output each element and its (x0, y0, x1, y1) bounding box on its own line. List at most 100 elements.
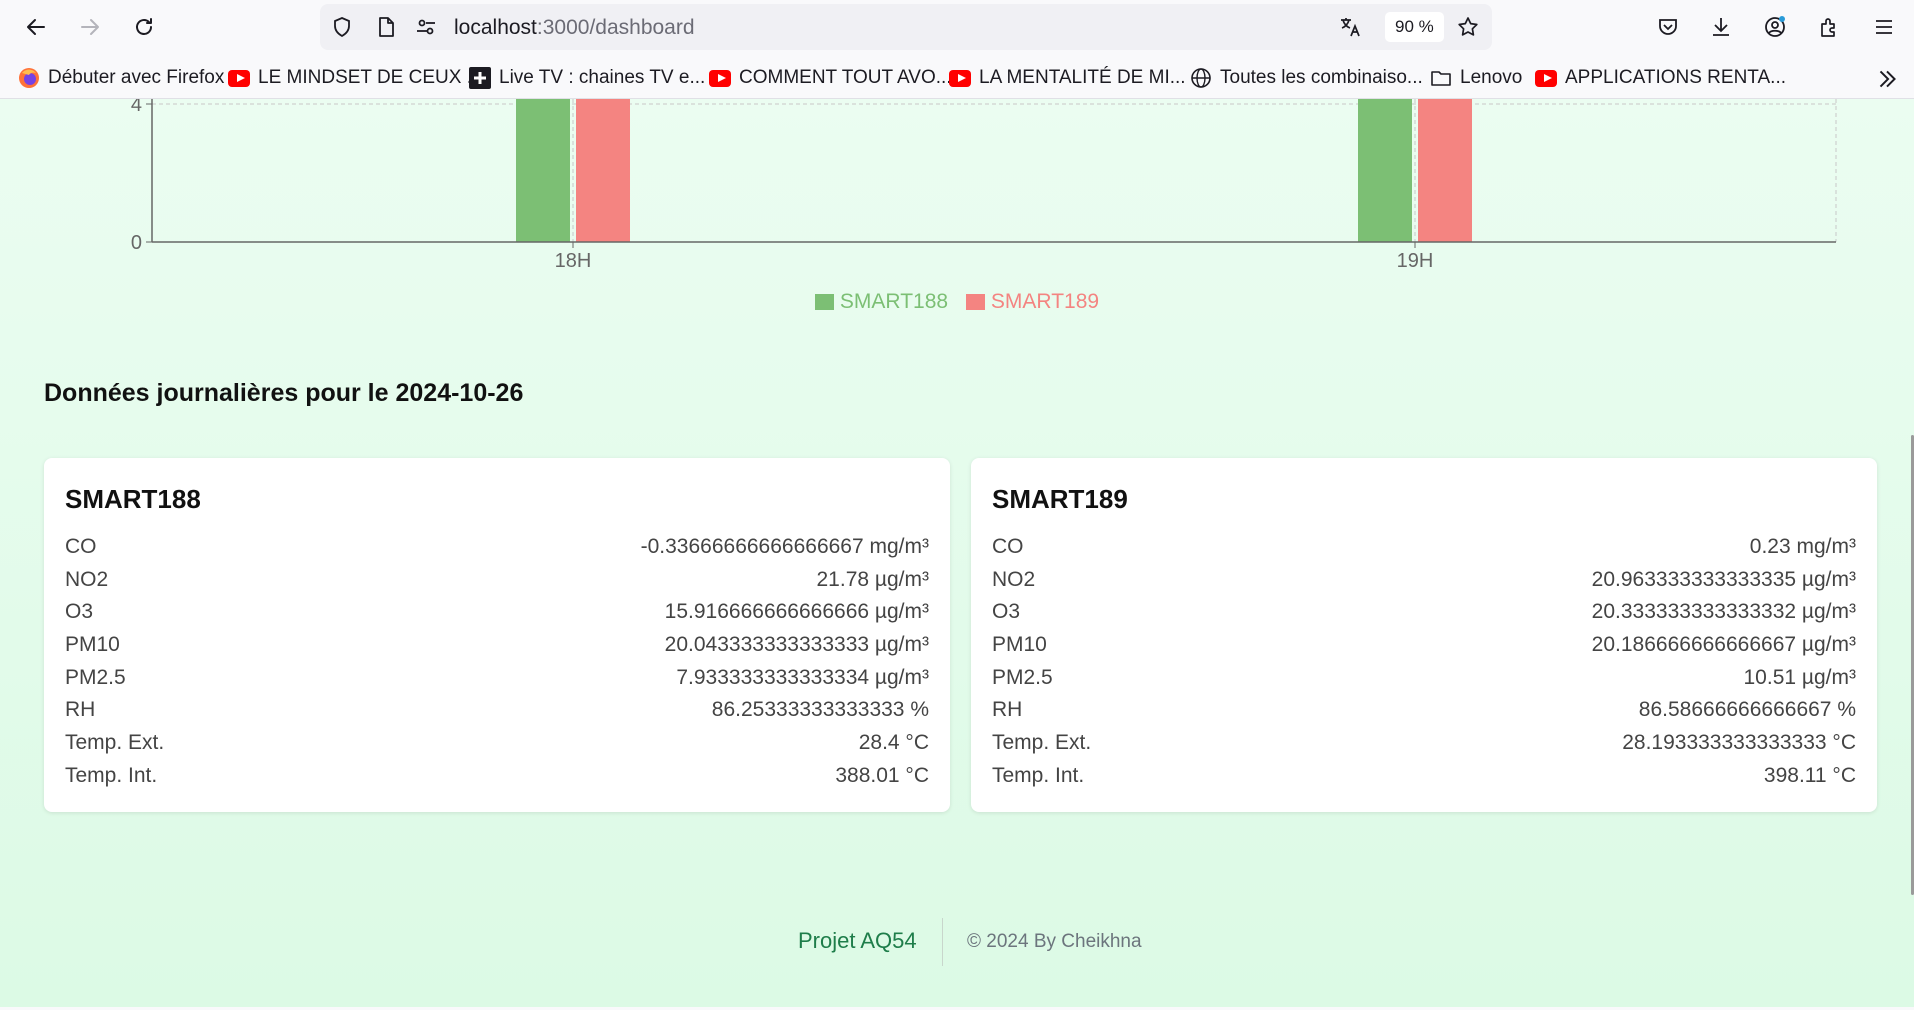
measurement-value: 20.963333333333335 µg/m³ (1591, 567, 1856, 591)
reload-icon[interactable] (126, 9, 162, 45)
measurement-value: 28.193333333333333 °C (1622, 731, 1856, 755)
measurement-value: 21.78 µg/m³ (816, 567, 930, 591)
measurement-label: NO2 (992, 567, 1036, 591)
bookmark-item[interactable]: Débuter avec Firefox (18, 66, 224, 90)
measurement-row: Temp. Ext. 28.4 °C (65, 727, 929, 760)
account-icon[interactable] (1757, 9, 1793, 45)
bookmark-label: APPLICATIONS RENTA... (1565, 67, 1787, 88)
shield-icon[interactable] (330, 15, 354, 39)
forward-arrow-icon[interactable] (72, 9, 108, 45)
back-arrow-icon[interactable] (18, 9, 54, 45)
chart-legend: SMART188 SMART189 (0, 290, 1914, 316)
footer-copyright: © 2024 By Cheikhna (967, 931, 1142, 952)
legend-swatch (814, 294, 834, 310)
measurement-row: PM2.5 7.933333333333334 µg/m³ (65, 662, 929, 695)
bookmark-star-icon[interactable] (1456, 15, 1480, 39)
measurement-value: 28.4 °C (858, 731, 929, 755)
hourly-bar-chart: 18H 19H 0 4 (131, 99, 1837, 272)
bookmark-item[interactable]: Lenovo (1430, 66, 1522, 90)
measurement-row: RH 86.25333333333333 % (65, 694, 929, 727)
youtube-icon (228, 67, 250, 89)
zoom-level-badge[interactable]: 90 % (1385, 12, 1444, 42)
bookmark-item[interactable]: Toutes les combinaiso... (1190, 66, 1423, 90)
bookmark-item[interactable]: Live TV : chaines TV e... (469, 66, 705, 90)
pocket-icon[interactable] (1650, 9, 1686, 45)
measurement-row: NO2 21.78 µg/m³ (65, 564, 929, 597)
bookmark-label: LA MENTALITÉ DE MI... (979, 67, 1186, 88)
address-bar[interactable]: localhost:3000/dashboard 90 % (320, 4, 1492, 50)
measurement-value: 86.58666666666667 % (1638, 698, 1856, 722)
plus-icon (469, 67, 491, 89)
measurement-label: PM10 (992, 633, 1047, 657)
permissions-icon[interactable] (414, 15, 438, 39)
measurement-row: Temp. Int. 388.01 °C (65, 760, 929, 793)
measurement-row: NO2 20.963333333333335 µg/m³ (992, 564, 1856, 597)
youtube-icon (949, 67, 971, 89)
measurement-label: O3 (65, 600, 94, 624)
extensions-icon[interactable] (1811, 9, 1847, 45)
page-icon[interactable] (374, 15, 398, 39)
measurement-row: Temp. Ext. 28.193333333333333 °C (992, 727, 1856, 760)
measurement-label: PM2.5 (992, 665, 1053, 689)
legend-swatch (965, 294, 985, 310)
bar-smart189-19h[interactable] (1418, 99, 1472, 242)
y-tick-label: 0 (131, 232, 142, 254)
bookmark-item[interactable]: LA MENTALITÉ DE MI... (949, 66, 1186, 90)
station-card-smart189: SMART189 CO 0.23 mg/m³ NO2 20.9633333333333… (971, 458, 1877, 812)
translate-icon[interactable] (1338, 15, 1362, 39)
measurement-row: Temp. Int. 398.11 °C (992, 760, 1856, 793)
bookmark-label: COMMENT TOUT AVO... (739, 67, 952, 88)
legend-label: SMART189 (990, 290, 1100, 313)
measurement-label: PM10 (65, 633, 120, 657)
legend-item-smart188[interactable]: SMART188 (814, 290, 948, 314)
dashboard-page: 18H 19H 0 4 SMART188 SMART189 Données journ… (0, 99, 1914, 1007)
bookmark-item[interactable]: LE MINDSET DE CEUX ... (228, 66, 483, 90)
bookmark-label: Live TV : chaines TV e... (499, 67, 706, 88)
measurement-row: RH 86.58666666666667 % (992, 694, 1856, 727)
measurement-value: 388.01 °C (835, 763, 929, 787)
station-name: SMART189 (992, 484, 1128, 514)
measurement-row: PM10 20.043333333333333 µg/m³ (65, 629, 929, 662)
bookmarks-toolbar: Débuter avec Firefox LE MINDSET DE CEUX … (0, 58, 1914, 99)
measurement-row: CO -0.33666666666666667 mg/m³ (65, 531, 929, 564)
bookmark-label: LE MINDSET DE CEUX ... (258, 67, 483, 88)
measurement-list: CO -0.33666666666666667 mg/m³ NO2 21.78 µg/… (65, 531, 929, 793)
measurement-row: O3 20.333333333333332 µg/m³ (992, 596, 1856, 629)
bar-smart188-18h[interactable] (516, 99, 570, 242)
measurement-label: PM2.5 (65, 665, 126, 689)
measurement-value: 20.333333333333332 µg/m³ (1591, 600, 1856, 624)
more-bookmarks-chevron-icon[interactable] (1874, 66, 1900, 92)
measurement-list: CO 0.23 mg/m³ NO2 20.963333333333335 µg/m³ O… (992, 531, 1856, 793)
youtube-icon (709, 67, 731, 89)
measurement-row: CO 0.23 mg/m³ (992, 531, 1856, 564)
footer-brand-link[interactable]: Projet AQ54 (798, 928, 917, 954)
bar-smart188-19h[interactable] (1358, 99, 1412, 242)
bookmark-label: Toutes les combinaiso... (1220, 67, 1423, 88)
footer: Projet AQ54 © 2024 By Cheikhna (0, 918, 1914, 968)
bar-smart189-18h[interactable] (576, 99, 630, 242)
daily-data-heading: Données journalières pour le 2024-10-26 (44, 379, 524, 407)
downloads-icon[interactable] (1703, 9, 1739, 45)
measurement-label: Temp. Int. (992, 763, 1085, 787)
measurement-value: 20.043333333333333 µg/m³ (664, 633, 929, 657)
browser-toolbar: localhost:3000/dashboard 90 % (0, 0, 1914, 55)
bookmark-item[interactable]: APPLICATIONS RENTA... (1535, 66, 1786, 90)
bookmark-item[interactable]: COMMENT TOUT AVO... (709, 66, 952, 90)
youtube-icon (1535, 67, 1557, 89)
folder-icon (1430, 67, 1452, 89)
measurement-label: Temp. Ext. (65, 731, 165, 755)
menu-hamburger-icon[interactable] (1866, 9, 1902, 45)
url-host: localhost (454, 16, 537, 39)
legend-item-smart189[interactable]: SMART189 (965, 290, 1100, 314)
footer-divider (942, 918, 943, 966)
y-tick-label: 4 (131, 99, 142, 116)
station-card-smart188: SMART188 CO -0.33666666666666667 mg/m³ NO2… (44, 458, 950, 812)
x-tick-label: 19H (1397, 250, 1434, 272)
url-text[interactable]: localhost:3000/dashboard (454, 16, 695, 40)
bookmark-label: Débuter avec Firefox (48, 67, 225, 88)
measurement-row: PM2.5 10.51 µg/m³ (992, 662, 1856, 695)
measurement-label: NO2 (65, 567, 109, 591)
measurement-value: 7.933333333333334 µg/m³ (676, 665, 929, 689)
measurement-label: RH (992, 698, 1023, 722)
measurement-label: O3 (992, 600, 1021, 624)
